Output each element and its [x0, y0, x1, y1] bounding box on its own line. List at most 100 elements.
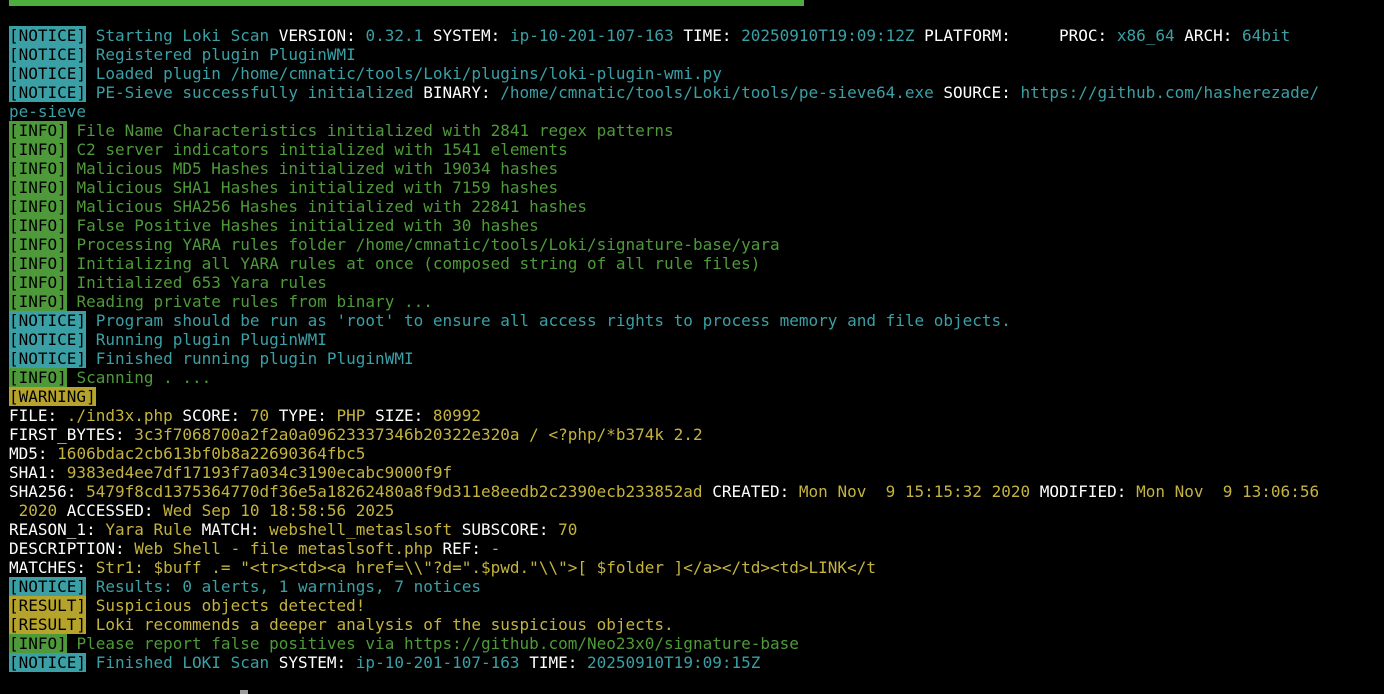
field-key: SHA256: [9, 482, 87, 501]
log-message: Suspicious objects detected! [95, 596, 366, 615]
log-level-badge: [NOTICE] [9, 83, 87, 102]
field-value: 2020 [9, 501, 67, 520]
terminal-line: [INFO] Please report false positives via… [9, 634, 1379, 653]
terminal-line: FIRST_BYTES: 3c3f7068700a2f2a0a096233373… [9, 425, 1379, 444]
log-level-badge: [INFO] [9, 273, 67, 292]
log-level-badge: [NOTICE] [9, 349, 87, 368]
field-key: FILE: [9, 406, 67, 425]
field-value: webshell_metaslsoft [269, 520, 462, 539]
log-level-badge: [INFO] [9, 368, 67, 387]
terminal-line: [INFO] C2 server indicators initialized … [9, 140, 1379, 159]
log-level-badge: [NOTICE] [9, 45, 87, 64]
log-message: Registered plugin PluginWMI [95, 45, 356, 64]
log-message: C2 server indicators initialized with 15… [76, 140, 568, 159]
log-message: Malicious SHA1 Hashes initialized with 7… [76, 178, 559, 197]
log-message: Initializing all YARA rules at once (com… [76, 254, 761, 273]
field-key: MATCH: [201, 520, 270, 539]
log-level-badge: [RESULT] [9, 615, 87, 634]
log-level-badge: [INFO] [9, 121, 67, 140]
field-key: MD5: [9, 444, 58, 463]
field-value: Wed Sep 10 18:58:56 2025 [163, 501, 395, 520]
terminal-output[interactable]: [NOTICE] Starting Loki Scan VERSION: 0.3… [9, 26, 1379, 672]
field-key: REASON_1: [9, 520, 106, 539]
log-message: PE-Sieve successfully initialized [95, 83, 424, 102]
field-key: ARCH: [1184, 26, 1243, 45]
log-level-badge: [INFO] [9, 292, 67, 311]
field-key: TIME: [683, 26, 742, 45]
log-message: Processing YARA rules folder /home/cmnat… [76, 235, 780, 254]
terminal-line: [RESULT] Suspicious objects detected! [9, 596, 1379, 615]
field-key: PROC: [1059, 26, 1117, 45]
log-message: Program should be run as 'root' to ensur… [95, 311, 1011, 330]
field-key: CREATED: [712, 482, 799, 501]
log-message: False Positive Hashes initialized with 3… [76, 216, 539, 235]
terminal-line: [INFO] Scanning . ... [9, 368, 1379, 387]
log-level-badge: [INFO] [9, 140, 67, 159]
terminal-line: REASON_1: Yara Rule MATCH: webshell_meta… [9, 520, 1379, 539]
field-key: MATCHES: [9, 558, 96, 577]
terminal-line: pe-sieve [9, 102, 1379, 121]
field-value: /home/cmnatic/tools/Loki/tools/pe-sieve6… [500, 83, 944, 102]
terminal-line: [INFO] File Name Characteristics initial… [9, 121, 1379, 140]
field-value: pe-sieve [9, 102, 87, 121]
terminal-line: SHA256: 5479f8cd1375364770df36e5a1826248… [9, 482, 1379, 501]
log-level-badge: [INFO] [9, 178, 67, 197]
terminal-line: [NOTICE] Finished LOKI Scan SYSTEM: ip-1… [9, 653, 1379, 672]
log-level-badge: [NOTICE] [9, 26, 87, 45]
terminal-cursor [240, 690, 248, 694]
field-value: 9383ed4ee7df17193f7a034c3190ecabc9000f9f [66, 463, 453, 482]
log-level-badge: [WARNING] [9, 387, 96, 406]
log-level-badge: [INFO] [9, 235, 67, 254]
log-message: Loaded plugin /home/cmnatic/tools/Loki/p… [95, 64, 722, 83]
log-message: Starting Loki Scan [95, 26, 279, 45]
log-message: Running plugin PluginWMI [95, 330, 327, 349]
log-message: Malicious MD5 Hashes initialized with 19… [76, 159, 559, 178]
field-value: - [490, 539, 501, 558]
log-message: Results: 0 alerts, 1 warnings, 7 notices [95, 577, 482, 596]
field-value: 20250910T19:09:15Z [586, 653, 761, 672]
field-value: ./ind3x.php [66, 406, 183, 425]
terminal-line: SHA1: 9383ed4ee7df17193f7a034c3190ecabc9… [9, 463, 1379, 482]
terminal-line: FILE: ./ind3x.php SCORE: 70 TYPE: PHP SI… [9, 406, 1379, 425]
terminal-line: MATCHES: Str1: $buff .= "<tr><td><a href… [9, 558, 1379, 577]
log-message: Initialized 653 Yara rules [76, 273, 327, 292]
field-key: TYPE: [278, 406, 337, 425]
field-value: 5479f8cd1375364770df36e5a18262480a8f9d31… [86, 482, 713, 501]
terminal-line: [NOTICE] Starting Loki Scan VERSION: 0.3… [9, 26, 1379, 45]
field-key: TIME: [529, 653, 587, 672]
terminal-line: [INFO] Initialized 653 Yara rules [9, 273, 1379, 292]
field-value: PHP [336, 406, 376, 425]
field-value: Mon Nov 9 15:15:32 2020 [798, 482, 1040, 501]
log-level-badge: [INFO] [9, 197, 67, 216]
field-key: SCORE: [182, 406, 250, 425]
log-message: Scanning . ... [76, 368, 212, 387]
terminal-line: [INFO] Malicious MD5 Hashes initialized … [9, 159, 1379, 178]
field-value: 80992 [432, 406, 482, 425]
field-value: ip-10-201-107-163 [509, 26, 684, 45]
field-key: REF: [442, 539, 491, 558]
terminal-line: [INFO] Reading private rules from binary… [9, 292, 1379, 311]
log-message: Please report false positives via https:… [76, 634, 799, 653]
terminal-line: [NOTICE] Running plugin PluginWMI [9, 330, 1379, 349]
terminal-line: [NOTICE] Loaded plugin /home/cmnatic/too… [9, 64, 1379, 83]
log-message: Reading private rules from binary ... [76, 292, 433, 311]
terminal-line: [INFO] Initializing all YARA rules at on… [9, 254, 1379, 273]
terminal-line: [NOTICE] Finished running plugin PluginW… [9, 349, 1379, 368]
